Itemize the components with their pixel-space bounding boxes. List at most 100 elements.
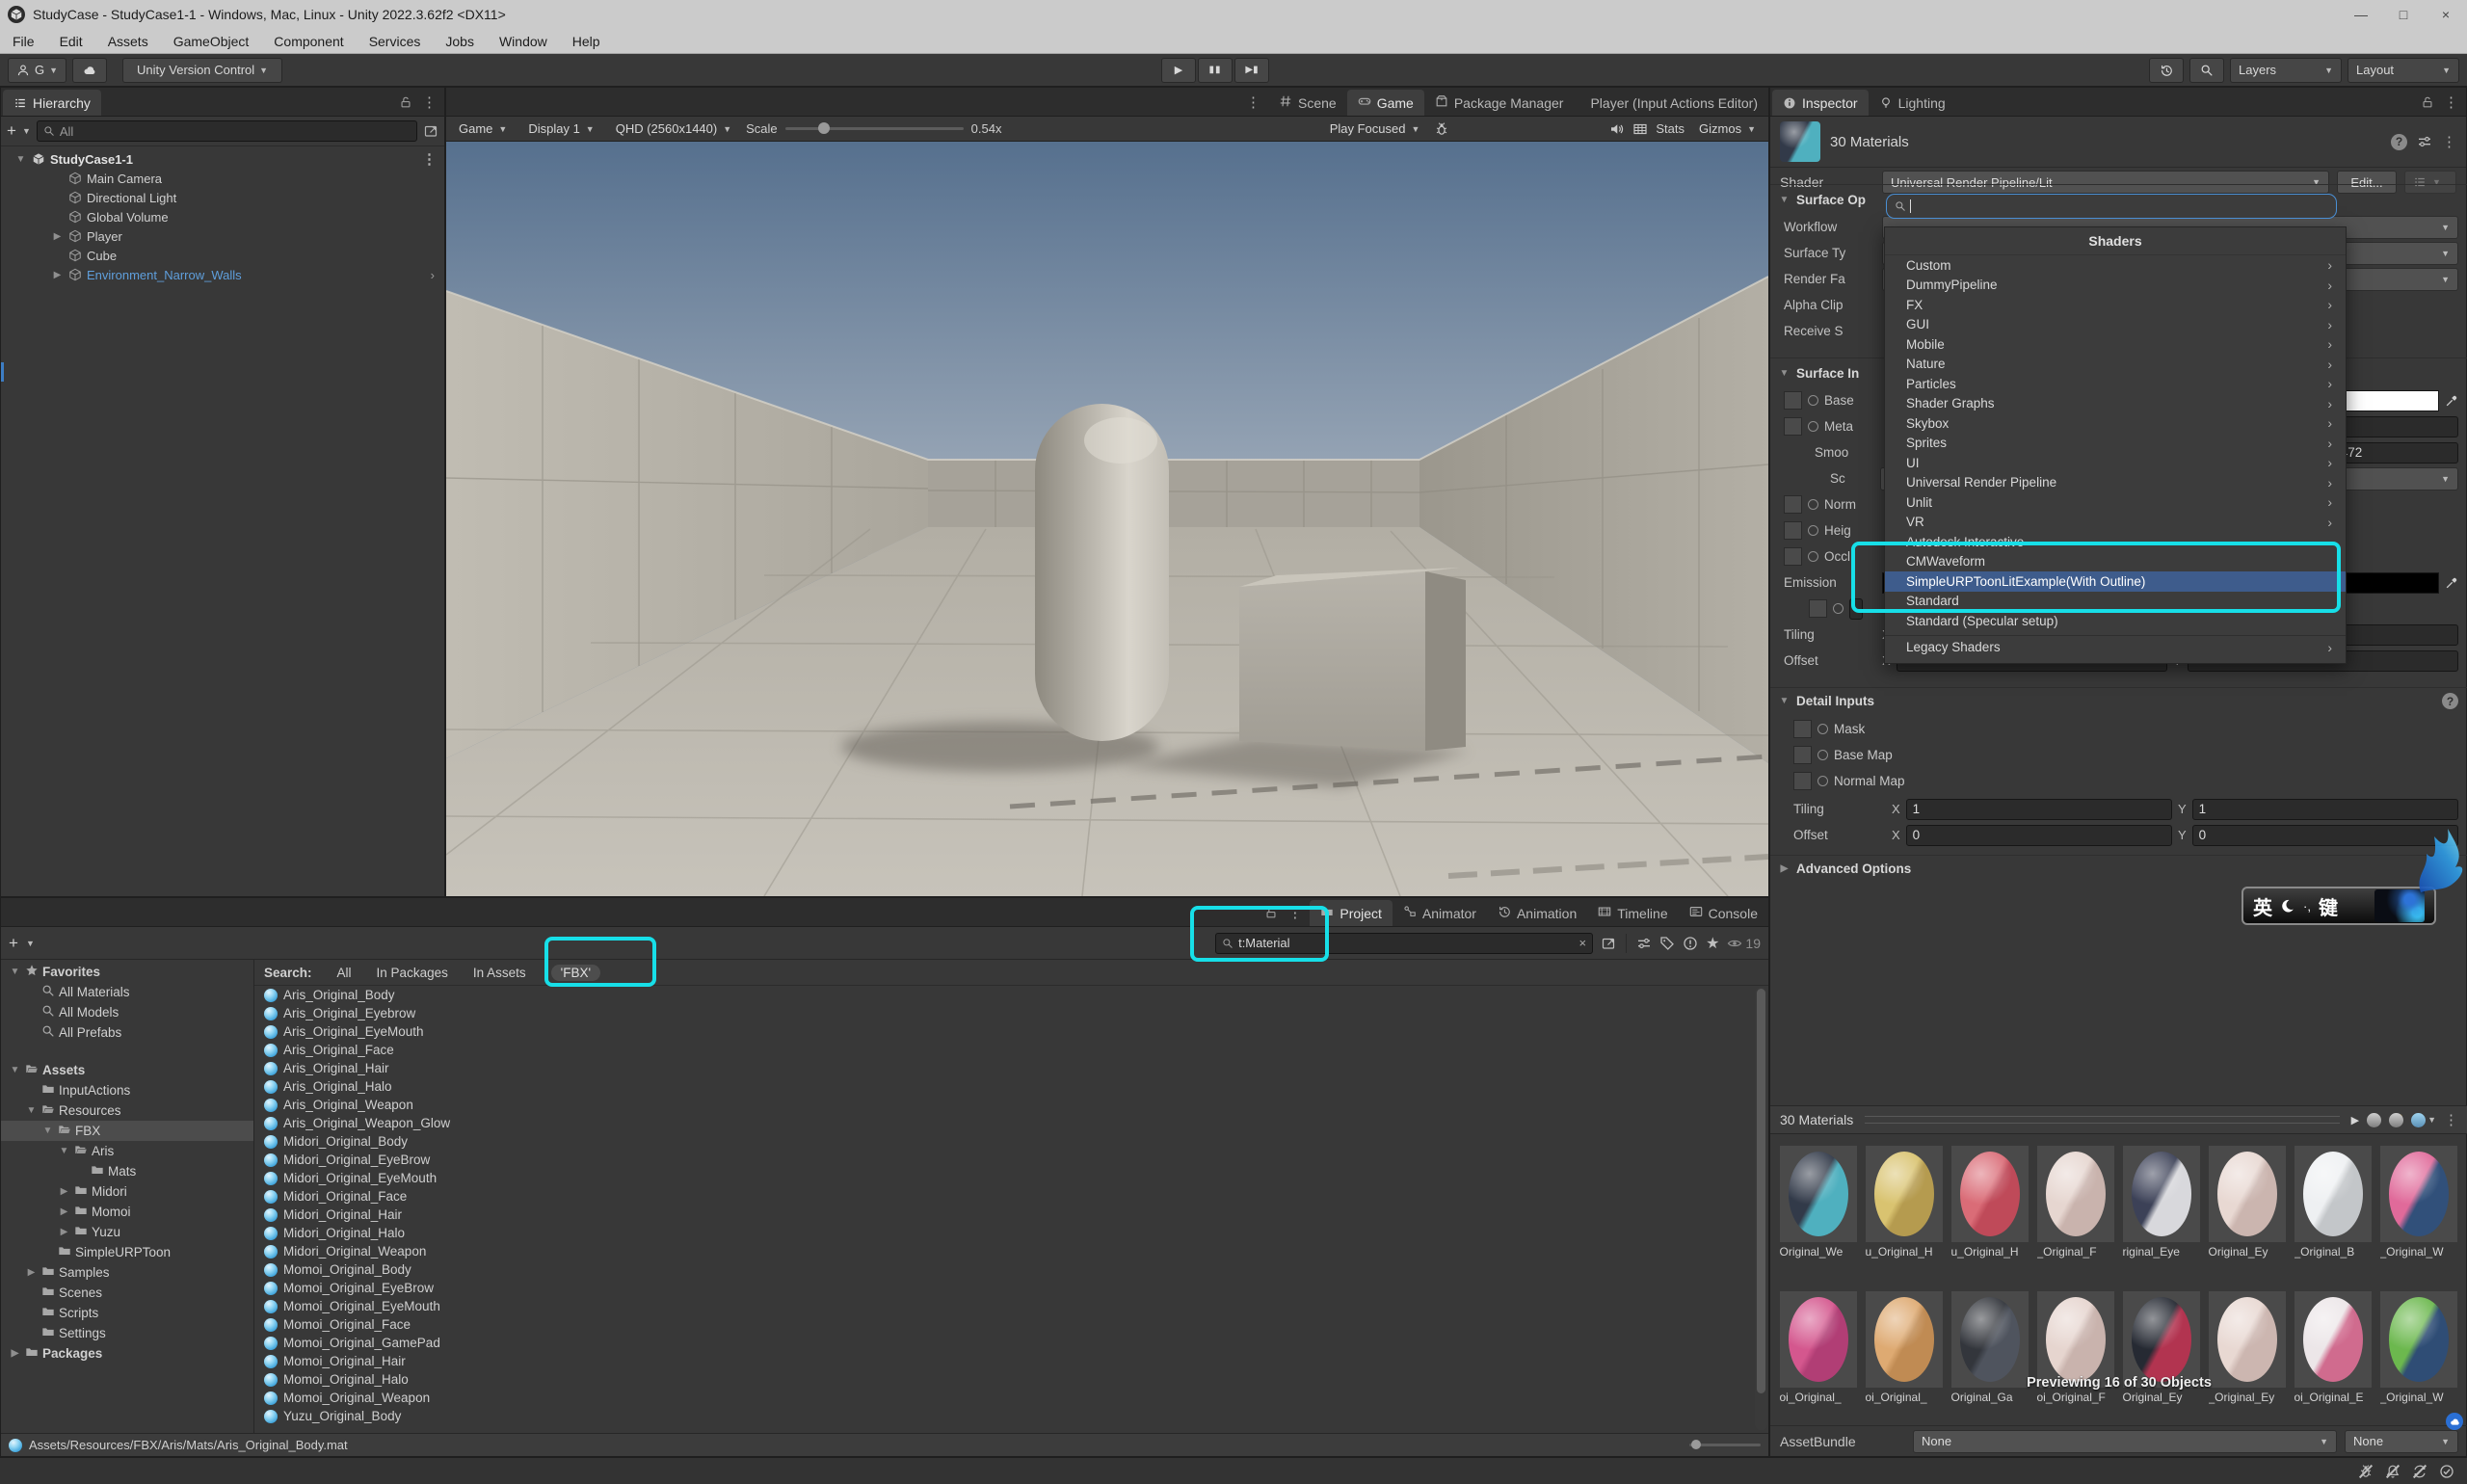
tree-item[interactable]: ▼ Favorites (1, 962, 253, 982)
menu-item[interactable]: Jobs (433, 34, 487, 49)
bottom-tab[interactable]: Animation (1487, 900, 1587, 926)
stats-toggle[interactable]: Stats (1656, 121, 1684, 136)
material-preview-tile[interactable]: u_Original_H (1951, 1146, 2030, 1259)
foldout-arrow[interactable]: ▼ (9, 1065, 21, 1075)
shader-menu-item[interactable]: GUI › (1885, 315, 2346, 335)
menu-item[interactable]: Window (487, 34, 560, 49)
material-preview-tile[interactable]: _Original_B (2295, 1146, 2374, 1259)
menu-item[interactable]: GameObject (161, 34, 262, 49)
menu-item[interactable]: Edit (47, 34, 95, 49)
undo-history-button[interactable] (2149, 58, 2184, 83)
shader-menu-item[interactable]: Nature › (1885, 355, 2346, 375)
texture-slot[interactable] (1784, 495, 1802, 514)
play-button[interactable]: ▶ (1161, 58, 1196, 83)
panel-menu-icon[interactable]: ⋮ (1287, 904, 1302, 921)
step-button[interactable]: ▶▮ (1234, 58, 1269, 83)
shader-menu-item[interactable]: UI › (1885, 453, 2346, 473)
shader-menu-item[interactable]: SimpleURPToonLitExample(With Outline) (1885, 571, 2346, 592)
tree-item[interactable]: ▶ Yuzu (1, 1222, 253, 1242)
foldout-arrow[interactable]: ▼ (58, 1146, 70, 1156)
open-search-window-icon[interactable] (1601, 936, 1616, 951)
bottom-tab[interactable]: Timeline (1587, 900, 1678, 926)
asset-row[interactable]: Momoi_Original_GamePad (254, 1334, 1768, 1352)
texture-slot[interactable] (1793, 720, 1812, 738)
tree-item[interactable]: Mats (1, 1161, 253, 1181)
pause-button[interactable]: ▮▮ (1198, 58, 1233, 83)
asset-row[interactable]: Momoi_Original_Face (254, 1315, 1768, 1334)
bottom-tab[interactable]: Project (1310, 900, 1393, 926)
scope-all[interactable]: All (337, 966, 352, 980)
view-tab[interactable]: Player (Input Actions Editor) (1574, 90, 1768, 116)
foldout-arrow[interactable]: ▶ (25, 1267, 38, 1278)
help-icon[interactable]: ? (2391, 134, 2407, 150)
detail-offset-x-field[interactable]: 0 (1906, 825, 2172, 846)
asset-row[interactable]: Momoi_Original_Hair (254, 1352, 1768, 1370)
asset-row[interactable]: Aris_Original_Halo (254, 1077, 1768, 1096)
ime-status-bar[interactable]: 英 ·, 键 (2242, 887, 2436, 925)
assetbundle-variant-dropdown[interactable]: None▼ (2345, 1430, 2458, 1453)
shader-menu-item[interactable]: Standard (1885, 592, 2346, 612)
eyedropper-icon[interactable] (2445, 576, 2458, 590)
mute-bug-icon[interactable] (2353, 1461, 2378, 1482)
asset-row[interactable]: Midori_Original_Body (254, 1132, 1768, 1151)
foldout-arrow[interactable]: ▶ (51, 231, 64, 242)
bottom-tab[interactable]: Animator (1393, 900, 1487, 926)
material-preview-tile[interactable]: u_Original_H (1866, 1146, 1945, 1259)
asset-row[interactable]: Aris_Original_Weapon (254, 1096, 1768, 1114)
asset-row[interactable]: Midori_Original_Hair (254, 1206, 1768, 1224)
detail-offset-y-field[interactable]: 0 (2192, 825, 2458, 846)
detail-tiling-x-field[interactable]: 1 (1906, 799, 2172, 820)
pick-window-icon[interactable] (423, 123, 438, 139)
tree-item[interactable]: Scenes (1, 1283, 253, 1303)
detail-inputs-header[interactable]: ▼Detail Inputs ? (1770, 687, 2467, 714)
menu-item[interactable]: File (0, 34, 47, 49)
tree-item[interactable]: ▼ Aris (1, 1141, 253, 1161)
tab-lighting[interactable]: Lighting (1869, 90, 1956, 116)
material-preview-tile[interactable]: _Original_W (2380, 1146, 2459, 1259)
shader-menu-item[interactable]: Particles › (1885, 374, 2346, 394)
texture-slot[interactable] (1784, 521, 1802, 540)
presets-icon[interactable] (2417, 134, 2432, 149)
layers-dropdown[interactable]: Layers▼ (2230, 58, 2342, 83)
create-add-button[interactable]: + (9, 934, 18, 953)
asset-row[interactable]: Momoi_Original_EyeBrow (254, 1279, 1768, 1297)
favorite-search-star-icon[interactable]: ★ (1706, 934, 1719, 953)
tree-item[interactable]: All Models (1, 1002, 253, 1022)
tree-item[interactable]: ▼ FBX (1, 1121, 253, 1141)
asset-row[interactable]: Momoi_Original_Weapon (254, 1389, 1768, 1407)
shader-menu-item[interactable]: Legacy Shaders › (1885, 635, 2346, 659)
hierarchy-item[interactable]: Global Volume (1, 207, 444, 226)
shader-menu-item[interactable]: Sprites › (1885, 434, 2346, 454)
foldout-arrow[interactable]: ▶ (58, 1186, 70, 1197)
texture-slot[interactable] (1784, 547, 1802, 566)
asset-row[interactable]: Aris_Original_EyeMouth (254, 1022, 1768, 1041)
shader-menu-item[interactable]: Custom › (1885, 255, 2346, 276)
tree-item[interactable]: ▼ Assets (1, 1060, 253, 1080)
lock-icon[interactable] (399, 95, 412, 109)
menu-item[interactable]: Assets (95, 34, 161, 49)
surface-inputs-header[interactable]: Surface In (1796, 366, 1859, 381)
tree-item[interactable]: ▶ Momoi (1, 1202, 253, 1222)
menu-item[interactable]: Help (560, 34, 613, 49)
shader-menu-item[interactable]: CMWaveform (1885, 552, 2346, 572)
foldout-arrow[interactable]: ▶ (58, 1227, 70, 1237)
tree-item[interactable]: ▶ Packages (1, 1343, 253, 1364)
foldout-arrow[interactable]: ▼ (9, 967, 21, 977)
shader-menu-item[interactable]: FX › (1885, 295, 2346, 315)
debug-bug-icon[interactable] (1434, 121, 1449, 137)
tree-item[interactable]: InputActions (1, 1080, 253, 1100)
search-saved-icon[interactable] (1683, 936, 1698, 951)
vsync-grid-icon[interactable] (1632, 121, 1648, 137)
shader-menu-item[interactable]: Unlit › (1885, 492, 2346, 513)
shader-search-input[interactable] (1886, 194, 2337, 219)
texture-slot[interactable] (1784, 417, 1802, 436)
mute-audio-icon[interactable] (1609, 121, 1625, 137)
detail-tiling-y-field[interactable]: 1 (2192, 799, 2458, 820)
material-preview-tile[interactable]: Original_We (1780, 1146, 1859, 1259)
tree-item[interactable]: ▶ Samples (1, 1262, 253, 1283)
tab-hierarchy[interactable]: Hierarchy (3, 90, 101, 116)
tree-item[interactable]: All Materials (1, 982, 253, 1002)
play-focused-dropdown[interactable]: Play Focused▼ (1323, 119, 1427, 139)
clear-search-icon[interactable]: × (1578, 936, 1586, 950)
material-preview-tile[interactable]: riginal_Eye (2123, 1146, 2202, 1259)
